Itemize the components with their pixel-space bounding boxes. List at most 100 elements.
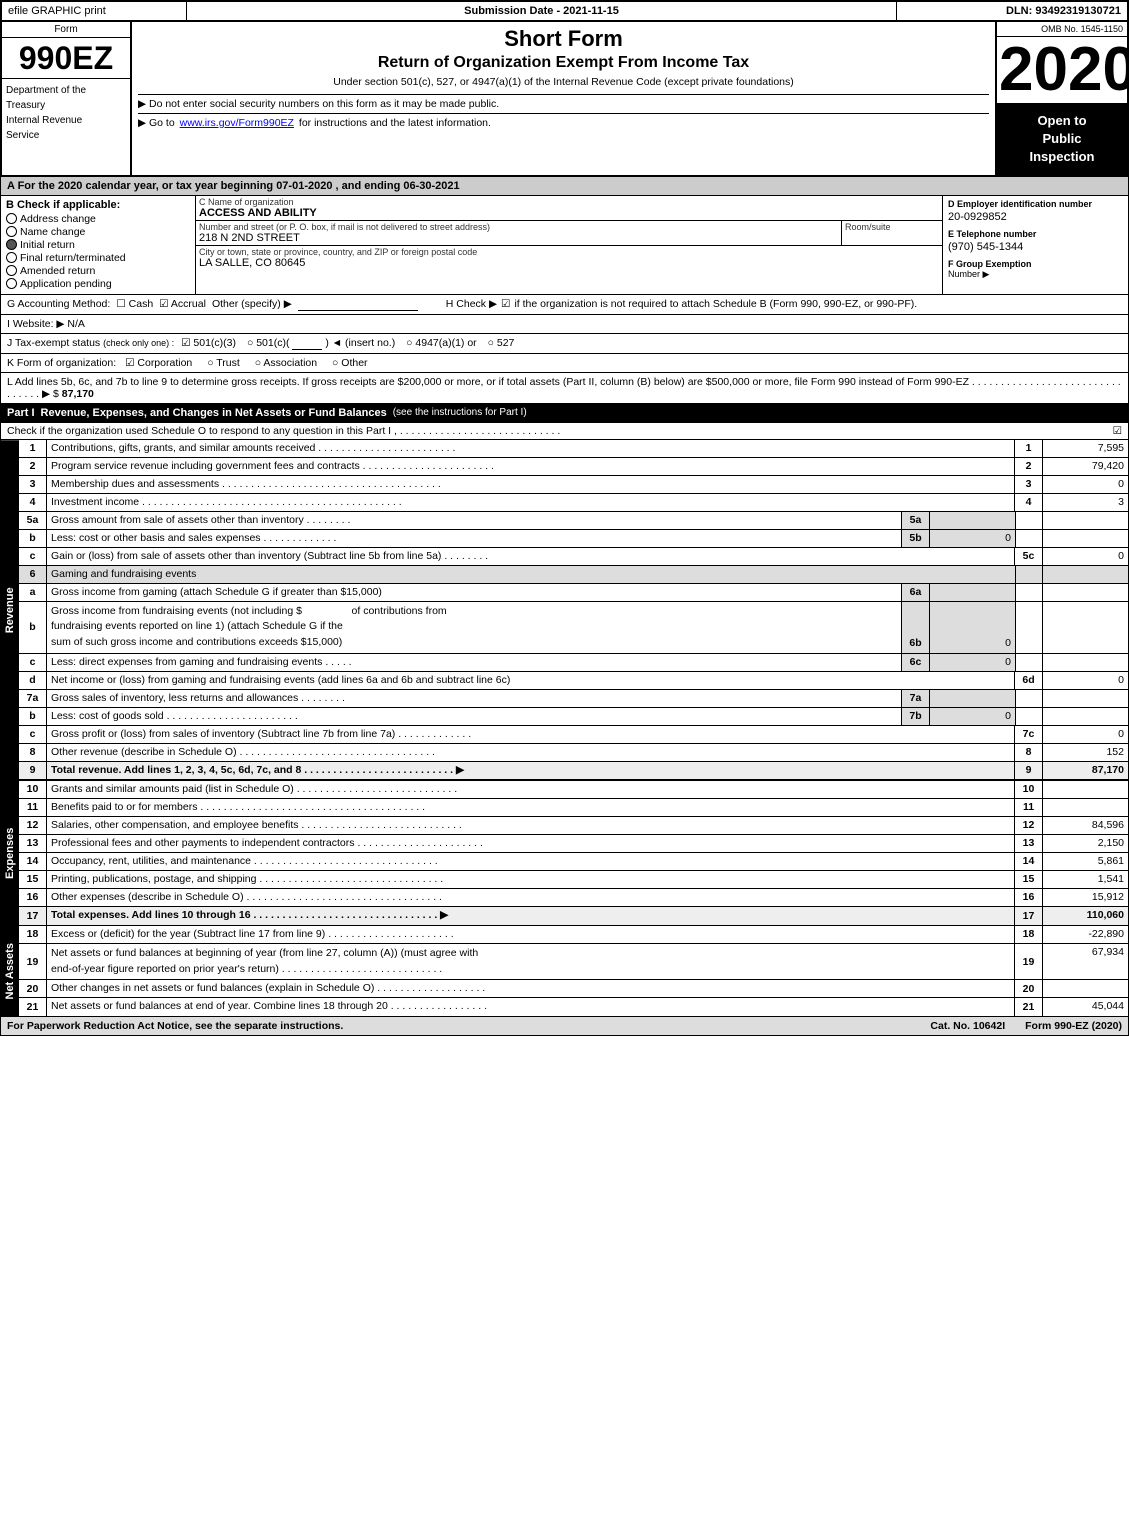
k-other: ○ Other [332,357,368,369]
row-num: 8 [19,744,47,761]
row-amount [1043,708,1128,725]
row-amount: 2,150 [1043,835,1128,852]
part-i-check-row: Check if the organization used Schedule … [0,423,1129,440]
row-desc: Less: cost or other basis and sales expe… [47,530,902,547]
cb-amended-circle[interactable] [6,265,17,276]
cb-initial-circle[interactable] [6,239,17,250]
row-sublabel: 5b [902,530,930,547]
submission-label: Submission Date - 2021-11-15 [464,5,619,17]
table-row: 18 Excess or (deficit) for the year (Sub… [19,926,1128,944]
row-subamt: 0 [930,602,1015,653]
efile-cell: efile GRAPHIC print [2,2,187,20]
table-row: 13 Professional fees and other payments … [19,835,1128,853]
address-change-label: Address change [20,213,96,225]
website-label: I Website: ▶ [7,318,64,330]
k-trust: ○ Trust [207,357,240,369]
expenses-section: Expenses 10 Grants and similar amounts p… [0,781,1129,926]
row-amount [1043,530,1128,547]
row-amount [1043,602,1128,653]
street-value: 218 N 2ND STREET [199,232,838,244]
row-lineref: 11 [1015,799,1043,816]
row-desc: Printing, publications, postage, and shi… [47,871,1015,888]
row-desc: Less: cost of goods sold . . . . . . . .… [47,708,902,725]
row-lineref: 19 [1015,944,1043,980]
row-amount: 0 [1043,548,1128,565]
dept-info: Department of the Treasury Internal Reve… [2,79,130,147]
final-return-label: Final return/terminated [20,252,126,264]
table-row: c Gain or (loss) from sale of assets oth… [19,548,1128,566]
h-check: ☑ [501,298,510,310]
street-cell: Number and street (or P. O. box, if mail… [196,221,842,245]
row-sublabel: 7a [902,690,930,707]
row-amount: 15,912 [1043,889,1128,906]
table-row: 17 Total expenses. Add lines 10 through … [19,907,1128,925]
cb-app-pending: Application pending [6,278,190,290]
cb-pending-circle[interactable] [6,278,17,289]
row-subamt [930,584,1015,601]
irs-link[interactable]: www.irs.gov/Form990EZ [180,117,294,129]
street-section: Number and street (or P. O. box, if mail… [196,221,942,246]
section-a: A For the 2020 calendar year, or tax yea… [0,177,1129,196]
row-lineref [1015,690,1043,707]
k-corp: ☑ Corporation [125,357,192,369]
cb-final-circle[interactable] [6,252,17,263]
row-sublabel: 6b [902,602,930,653]
other-label: Other (specify) ▶ [212,298,292,310]
cb-name-circle[interactable] [6,226,17,237]
row-amount: 152 [1043,744,1128,761]
row-amount [1043,799,1128,816]
part-i-checkbox: ☑ [1113,425,1122,437]
notice1: ▶ Do not enter social security numbers o… [138,94,989,110]
g-section: G Accounting Method: ☐ Cash ☑ Accrual Ot… [7,298,418,311]
part-i-subtitle: (see the instructions for Part I) [393,407,527,418]
submission-cell: Submission Date - 2021-11-15 [187,2,897,20]
title-col: Short Form Return of Organization Exempt… [132,22,997,175]
row-num: b [19,708,47,725]
row-amount: -22,890 [1043,926,1128,943]
row-num: 6 [19,566,47,583]
city-label: City or town, state or province, country… [199,247,939,257]
row-amount: 5,861 [1043,853,1128,870]
name-change-label: Name change [20,226,85,238]
table-row: 19 Net assets or fund balances at beginn… [19,944,1128,981]
row-lineref: 20 [1015,980,1043,997]
revenue-side-label: Revenue [1,440,19,780]
row-lineref: 21 [1015,998,1043,1016]
row-amount [1043,781,1128,798]
form-number: 990EZ [2,38,130,79]
d-col: D Employer identification number 20-0929… [943,196,1128,294]
table-row: 9 Total revenue. Add lines 1, 2, 3, 4, 5… [19,762,1128,780]
row-desc: Gross profit or (loss) from sales of inv… [47,726,1015,743]
row-lineref: 5c [1015,548,1043,565]
short-form-title: Short Form [138,26,989,52]
form-number-col: Form 990EZ Department of the Treasury In… [2,22,132,175]
part-i-label: Part I [7,407,35,419]
phone-value: (970) 545-1344 [948,241,1123,253]
row-sublabel: 7b [902,708,930,725]
return-title: Return of Organization Exempt From Incom… [138,54,989,72]
row-amount: 0 [1043,476,1128,493]
c-label: C Name of organization [199,197,939,207]
row-lineref [1015,566,1043,583]
row-desc: Total revenue. Add lines 1, 2, 3, 4, 5c,… [47,762,1015,779]
revenue-rows: 1 Contributions, gifts, grants, and simi… [19,440,1128,780]
row-desc: Other revenue (describe in Schedule O) .… [47,744,1015,761]
row-desc: Gross amount from sale of assets other t… [47,512,902,529]
row-num: 16 [19,889,47,906]
insert-option: ) ◄ (insert no.) [325,337,395,349]
row-num: 7a [19,690,47,707]
row-num: 13 [19,835,47,852]
row-sublabel: 6a [902,584,930,601]
row-amount: 1,541 [1043,871,1128,888]
org-name: ACCESS AND ABILITY [199,207,939,219]
row-desc: Total expenses. Add lines 10 through 16 … [47,907,1015,925]
revenue-section: Revenue 1 Contributions, gifts, grants, … [0,440,1129,781]
net-assets-rows: 18 Excess or (deficit) for the year (Sub… [19,926,1128,1017]
row-lineref: 12 [1015,817,1043,834]
cb-address-circle[interactable] [6,213,17,224]
e-label: E Telephone number [948,229,1123,239]
row-desc: Gross sales of inventory, less returns a… [47,690,902,707]
city-value: LA SALLE, CO 80645 [199,257,939,269]
row-desc: Benefits paid to or for members . . . . … [47,799,1015,816]
row-desc: Program service revenue including govern… [47,458,1015,475]
